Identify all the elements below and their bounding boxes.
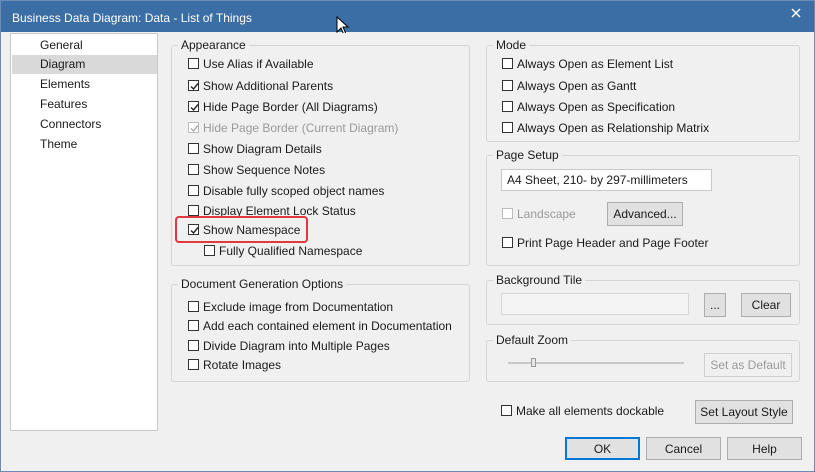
checkbox-box[interactable] <box>188 320 199 331</box>
set-as-default-button: Set as Default <box>704 353 792 377</box>
checkbox-label: Hide Page Border (Current Diagram) <box>203 121 399 135</box>
checkbox-box[interactable] <box>188 301 199 312</box>
checkbox-label: Fully Qualified Namespace <box>219 244 363 258</box>
checkbox-box[interactable] <box>204 245 215 256</box>
checkbox-label: Print Page Header and Page Footer <box>517 236 709 250</box>
checkbox-label: Landscape <box>517 207 576 221</box>
checkbox-box[interactable] <box>188 80 199 91</box>
checkmark-icon <box>190 125 199 133</box>
window-title: Business Data Diagram: Data - List of Th… <box>12 11 252 25</box>
nav-item-elements[interactable]: Elements <box>12 75 157 94</box>
nav-item-theme[interactable]: Theme <box>12 135 157 154</box>
cancel-button[interactable]: Cancel <box>646 437 721 460</box>
checkbox-label: Exclude image from Documentation <box>203 300 394 314</box>
checkbox-box[interactable] <box>188 185 199 196</box>
checkbox-label: Show Additional Parents <box>203 79 334 93</box>
checkbox-box[interactable] <box>502 237 513 248</box>
checkbox-box[interactable] <box>502 101 513 112</box>
mode-title: Mode <box>493 39 530 52</box>
checkbox-label: Always Open as Specification <box>517 100 676 114</box>
checkbox-box[interactable] <box>188 101 199 112</box>
checkbox-label: Rotate Images <box>203 358 282 372</box>
checkbox-box[interactable] <box>188 164 199 175</box>
background-tile-group: Background Tile ... Clear <box>486 274 800 325</box>
dialog-window: Business Data Diagram: Data - List of Th… <box>0 0 815 472</box>
checkmark-icon <box>190 83 199 91</box>
nav-item-general[interactable]: General <box>12 36 157 55</box>
checkbox-box[interactable] <box>188 143 199 154</box>
page-setup-group: Page Setup A4 Sheet, 210- by 297-millime… <box>486 149 800 266</box>
browse-button[interactable]: ... <box>704 293 726 317</box>
background-tile-path-field <box>501 293 689 315</box>
checkbox-box[interactable] <box>188 340 199 351</box>
appearance-title: Appearance <box>178 39 249 52</box>
highlight-annotation <box>175 216 308 243</box>
page-setup-title: Page Setup <box>493 149 562 162</box>
appearance-group: Appearance Use Alias if Available Show A… <box>171 39 470 266</box>
checkbox-label: Always Open as Element List <box>517 57 674 71</box>
checkbox-label: Always Open as Relationship Matrix <box>517 121 710 135</box>
checkbox-label: Divide Diagram into Multiple Pages <box>203 339 390 353</box>
default-zoom-title: Default Zoom <box>493 334 572 347</box>
clear-button[interactable]: Clear <box>741 293 791 317</box>
checkbox-label: Use Alias if Available <box>203 57 314 71</box>
close-icon[interactable] <box>788 5 804 21</box>
checkbox-box <box>502 208 513 219</box>
set-layout-style-button[interactable]: Set Layout Style <box>695 400 793 424</box>
ok-button[interactable]: OK <box>565 437 640 460</box>
checkbox-box[interactable] <box>502 80 513 91</box>
background-tile-title: Background Tile <box>493 274 586 287</box>
docgen-title: Document Generation Options <box>178 278 347 291</box>
checkbox-box[interactable] <box>188 58 199 69</box>
checkbox-label: Disable fully scoped object names <box>203 184 385 198</box>
title-bar: Business Data Diagram: Data - List of Th… <box>1 1 814 32</box>
mode-group: Mode Always Open as Element List Always … <box>486 39 800 142</box>
advanced-button[interactable]: Advanced... <box>607 202 683 226</box>
checkbox-label: Show Sequence Notes <box>203 163 326 177</box>
nav-item-diagram[interactable]: Diagram <box>12 55 157 74</box>
nav-item-features[interactable]: Features <box>12 95 157 114</box>
zoom-slider-thumb[interactable] <box>531 358 537 367</box>
docgen-group: Document Generation Options Exclude imag… <box>171 278 470 382</box>
category-nav: General Diagram Elements Features Connec… <box>10 33 158 431</box>
help-button[interactable]: Help <box>727 437 802 460</box>
default-zoom-group: Default Zoom Set as Default <box>486 334 800 382</box>
paper-size-field[interactable]: A4 Sheet, 210- by 297-millimeters <box>501 169 712 191</box>
checkbox-label: Always Open as Gantt <box>517 79 637 93</box>
checkbox-label: Add each contained element in Documentat… <box>203 319 452 333</box>
checkbox-box <box>188 122 199 133</box>
nav-item-connectors[interactable]: Connectors <box>12 115 157 134</box>
checkbox-box[interactable] <box>502 58 513 69</box>
checkbox-label: Hide Page Border (All Diagrams) <box>203 100 378 114</box>
checkmark-icon <box>190 104 199 112</box>
checkbox-box[interactable] <box>502 122 513 133</box>
diagram-options-panel: Appearance Use Alias if Available Show A… <box>159 33 814 431</box>
checkbox-label: Show Diagram Details <box>203 142 322 156</box>
checkbox-label: Make all elements dockable <box>516 404 665 418</box>
checkbox-box[interactable] <box>188 205 199 216</box>
checkbox-box[interactable] <box>188 359 199 370</box>
checkbox-box[interactable] <box>501 405 512 416</box>
